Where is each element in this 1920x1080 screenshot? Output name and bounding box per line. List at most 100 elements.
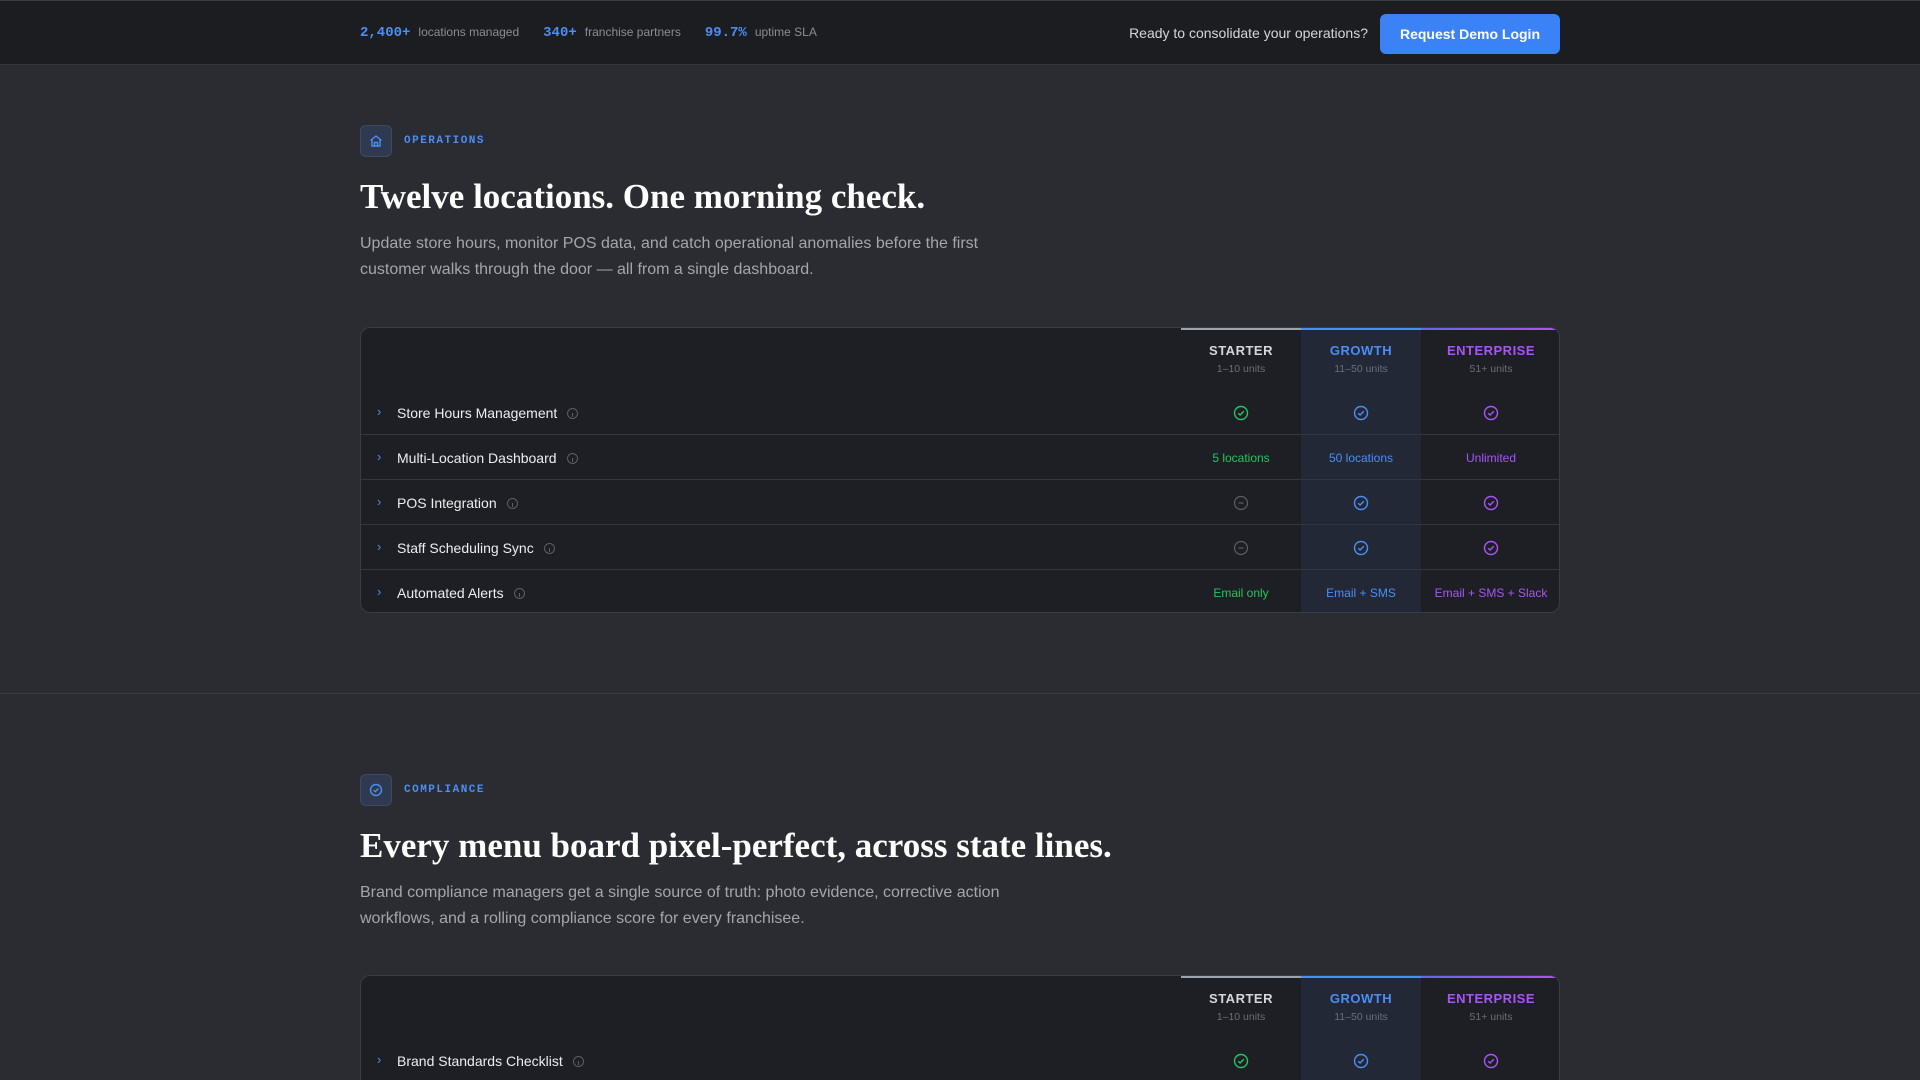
info-icon[interactable]: [572, 1056, 584, 1067]
tier-units: 51+ units: [1469, 363, 1513, 375]
tier-units: 51+ units: [1469, 1011, 1513, 1023]
cell-enterprise: [1421, 480, 1559, 525]
feature-name: Automated Alerts: [397, 585, 525, 601]
check-circle-icon: [1353, 495, 1369, 511]
check-circle-icon: [1353, 405, 1369, 421]
feature-name: Store Hours Management: [397, 405, 579, 421]
feature-rows: › Brand Standards Checklist: [361, 1038, 1559, 1080]
cell-starter: 5 locations: [1181, 435, 1301, 480]
check-circle-icon: [1353, 1053, 1369, 1069]
chevron-right-icon[interactable]: ›: [377, 1052, 389, 1068]
shield-check-icon: [360, 774, 392, 806]
feature-comparison-table: STARTER 1–10 units GROWTH 11–50 units ENTERP…: [360, 975, 1560, 1080]
tier-name: ENTERPRISE: [1446, 343, 1536, 358]
section-headline: Every menu board pixel-perfect, across s…: [360, 826, 1112, 865]
info-icon[interactable]: [513, 588, 525, 599]
tier-value: Email + SMS: [1326, 585, 1396, 600]
cell-growth: [1301, 390, 1421, 435]
minus-circle-icon: [1233, 495, 1249, 511]
section-tag-label: OPERATIONS: [404, 135, 486, 147]
tier-units: 1–10 units: [1216, 363, 1266, 375]
cell-growth: [1301, 480, 1421, 525]
stat-label: uptime SLA: [754, 25, 817, 39]
stat-uptime: 99.7% uptime SLA: [705, 25, 817, 41]
tier-header-growth: GROWTH 11–50 units: [1301, 328, 1421, 390]
table-row[interactable]: › Automated Alerts Email only Email + SMS Em…: [361, 570, 1559, 612]
cta-prompt-text: Ready to consolidate your operations?: [1129, 25, 1368, 41]
cell-growth: 50 locations: [1301, 435, 1421, 480]
cell-growth: [1301, 1038, 1421, 1080]
feature-name: Multi-Location Dashboard: [397, 450, 578, 466]
info-icon[interactable]: [543, 543, 555, 554]
table-row[interactable]: › POS Integration: [361, 480, 1559, 525]
stats-group: 2,400+ locations managed 340+ franchise …: [360, 25, 841, 41]
compliance-section: COMPLIANCE Every menu board pixel-perfec…: [360, 774, 1560, 932]
cell-enterprise: [1421, 525, 1559, 570]
chevron-right-icon[interactable]: ›: [377, 404, 389, 420]
check-circle-icon: [1483, 405, 1499, 421]
stat-locations: 2,400+ locations managed: [360, 25, 519, 41]
tier-value: Email only: [1213, 585, 1269, 600]
tier-header-enterprise: ENTERPRISE 51+ units: [1421, 976, 1559, 1038]
table-row[interactable]: › Staff Scheduling Sync: [361, 525, 1559, 570]
cell-starter: [1181, 1038, 1301, 1080]
cell-enterprise: Email + SMS + Slack: [1421, 570, 1559, 612]
tier-name: STARTER: [1209, 343, 1273, 358]
section-tag-label: COMPLIANCE: [404, 784, 486, 796]
check-circle-icon: [1233, 405, 1249, 421]
tier-name: STARTER: [1209, 991, 1273, 1006]
feature-name: Staff Scheduling Sync: [397, 540, 555, 556]
tier-value: 5 locations: [1212, 450, 1270, 465]
tier-name: ENTERPRISE: [1446, 991, 1536, 1006]
section-tag: OPERATIONS: [360, 125, 1560, 157]
operations-section: OPERATIONS Twelve locations. One morning…: [360, 125, 1560, 283]
tier-name: GROWTH: [1329, 991, 1393, 1006]
info-icon[interactable]: [567, 408, 579, 419]
cell-growth: [1301, 525, 1421, 570]
tier-header-enterprise: ENTERPRISE 51+ units: [1421, 328, 1559, 390]
tier-header-starter: STARTER 1–10 units: [1181, 328, 1301, 390]
cell-starter: [1181, 480, 1301, 525]
tier-units: 11–50 units: [1334, 1011, 1388, 1023]
check-circle-icon: [1483, 495, 1499, 511]
feature-name: Brand Standards Checklist: [397, 1053, 584, 1069]
tier-name: GROWTH: [1329, 343, 1393, 358]
stat-value: 99.7%: [704, 25, 747, 41]
feature-comparison-table: STARTER 1–10 units GROWTH 11–50 units ENTERP…: [360, 327, 1560, 613]
cell-growth: Email + SMS: [1301, 570, 1421, 612]
feature-rows: › Store Hours Management › Multi-Location D…: [361, 390, 1559, 612]
stat-label: locations managed: [418, 25, 520, 39]
tier-header-growth: GROWTH 11–50 units: [1301, 976, 1421, 1038]
cell-enterprise: [1421, 390, 1559, 435]
chevron-right-icon[interactable]: ›: [377, 449, 389, 465]
check-circle-icon: [1353, 540, 1369, 556]
tier-value: Email + SMS + Slack: [1434, 585, 1548, 600]
chevron-right-icon[interactable]: ›: [377, 494, 389, 510]
chevron-right-icon[interactable]: ›: [377, 584, 389, 600]
table-row[interactable]: › Brand Standards Checklist: [361, 1038, 1559, 1080]
check-circle-icon: [1483, 1053, 1499, 1069]
top-stats-bar: 2,400+ locations managed 340+ franchise …: [0, 0, 1920, 65]
cell-enterprise: [1421, 1038, 1559, 1080]
tier-units: 1–10 units: [1216, 1011, 1266, 1023]
tier-value: 50 locations: [1328, 450, 1394, 465]
cell-starter: [1181, 525, 1301, 570]
feature-name: POS Integration: [397, 495, 518, 511]
info-icon[interactable]: [506, 498, 518, 509]
tier-units: 11–50 units: [1334, 363, 1388, 375]
table-row[interactable]: › Store Hours Management: [361, 390, 1559, 435]
stat-value: 340+: [543, 25, 577, 41]
check-circle-icon: [1233, 1053, 1249, 1069]
check-circle-icon: [1483, 540, 1499, 556]
section-headline: Twelve locations. One morning check.: [360, 177, 926, 216]
table-row[interactable]: › Multi-Location Dashboard 5 locations 50 l…: [361, 435, 1559, 480]
request-demo-login-button[interactable]: Request Demo Login: [1380, 14, 1560, 54]
chevron-right-icon[interactable]: ›: [377, 539, 389, 555]
section-description: Update store hours, monitor POS data, an…: [360, 235, 979, 278]
cell-starter: Email only: [1181, 570, 1301, 612]
info-icon[interactable]: [566, 453, 578, 464]
stat-label: franchise partners: [584, 25, 681, 39]
cell-enterprise: Unlimited: [1421, 435, 1559, 480]
section-tag: COMPLIANCE: [360, 774, 1560, 806]
home-icon: [360, 125, 392, 157]
